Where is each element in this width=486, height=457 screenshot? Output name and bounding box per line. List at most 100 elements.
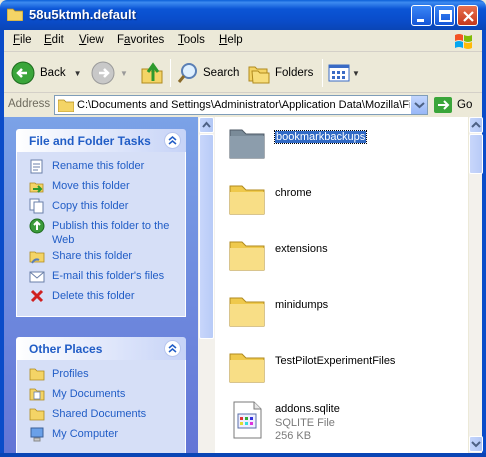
task-pane-scrollbar[interactable] — [198, 117, 215, 453]
scroll-thumb[interactable] — [469, 134, 483, 174]
address-value: C:\Documents and Settings\Administrator\… — [77, 99, 427, 111]
file-item-addons-sqlite[interactable]: addons.sqlite SQLITE File 256 KB — [221, 397, 461, 447]
folder-icon — [58, 99, 74, 112]
other-places-header[interactable]: Other Places — [16, 337, 186, 360]
menu-favorites-rest: vorites — [130, 34, 165, 46]
folder-icon — [7, 8, 23, 21]
scroll-thumb[interactable] — [199, 134, 214, 339]
go-button[interactable]: Go — [434, 97, 472, 113]
task-delete-folder[interactable]: Delete this folder — [17, 288, 185, 308]
collapse-button[interactable] — [164, 132, 181, 149]
task-label: Copy this folder — [52, 200, 129, 212]
toolbar-separator — [170, 59, 171, 87]
forward-arrow-icon — [91, 61, 115, 85]
address-input[interactable]: C:\Documents and Settings\Administrator\… — [54, 95, 428, 115]
file-folder-tasks-list: Rename this folder Move this folder Copy… — [16, 152, 186, 317]
file-item-bookmarkbackups[interactable]: bookmarkbackups — [221, 119, 461, 169]
file-list-scrollbar[interactable] — [468, 117, 483, 453]
task-share-folder[interactable]: Share this folder — [17, 248, 185, 268]
window-border-right — [482, 30, 486, 453]
back-arrow-icon — [11, 61, 35, 85]
views-icon — [328, 64, 350, 82]
other-places-panel: Other Places Profiles My Documents Share… — [16, 337, 186, 453]
close-button[interactable] — [457, 5, 478, 26]
publish-web-icon — [29, 218, 45, 234]
menu-favorites[interactable]: Favorites — [117, 34, 164, 46]
go-label: Go — [457, 99, 473, 111]
file-name: TestPilotExperimentFiles — [275, 355, 396, 367]
up-folder-button[interactable] — [140, 59, 164, 87]
views-dropdown-icon: ▼ — [352, 68, 360, 78]
menu-bar: File Edit View Favorites Tools Help — [4, 30, 482, 52]
menu-tools[interactable]: Tools — [178, 34, 205, 46]
chevron-down-icon — [414, 102, 425, 109]
menu-file[interactable]: File — [13, 34, 32, 46]
search-icon — [177, 63, 197, 83]
chevron-down-icon — [471, 441, 481, 448]
file-name: bookmarkbackups — [273, 130, 368, 144]
task-label: E-mail this folder's files — [52, 270, 165, 282]
folders-button[interactable]: Folders — [247, 59, 313, 87]
file-item-extensions[interactable]: extensions — [221, 231, 461, 281]
my-computer-icon — [30, 427, 44, 442]
title-bar[interactable]: 58u5ktmh.default — [0, 0, 486, 30]
place-shared-documents[interactable]: Shared Documents — [17, 406, 185, 426]
folder-icon — [229, 185, 265, 215]
task-email-files[interactable]: E-mail this folder's files — [17, 268, 185, 288]
place-label: My Computer — [52, 428, 119, 440]
search-label: Search — [203, 67, 240, 79]
scroll-up-button[interactable] — [469, 117, 483, 133]
menu-view[interactable]: View — [79, 34, 104, 46]
task-publish-web[interactable]: Publish this folder to the Web — [17, 218, 185, 248]
scroll-up-button[interactable] — [199, 117, 214, 133]
maximize-button[interactable] — [434, 5, 455, 26]
place-my-documents[interactable]: My Documents — [17, 386, 185, 406]
shared-documents-icon — [29, 408, 45, 421]
views-button[interactable]: ▼ — [328, 59, 360, 87]
standard-toolbar: Back ▼ ▼ Search Folders ▼ — [4, 53, 482, 93]
chevron-up-icon — [168, 344, 177, 353]
forward-dropdown-icon[interactable]: ▼ — [120, 69, 128, 78]
task-label: Move this folder — [52, 180, 130, 192]
task-label: Publish this folder to the Web — [52, 220, 170, 246]
my-documents-icon — [29, 388, 45, 401]
file-name: minidumps — [275, 299, 329, 311]
minimize-button[interactable] — [411, 5, 432, 26]
toolbar-separator — [322, 59, 323, 87]
go-arrow-icon — [434, 97, 452, 113]
window-border-bottom — [0, 453, 486, 457]
task-move-folder[interactable]: Move this folder — [17, 178, 185, 198]
file-item-chrome[interactable]: chrome — [221, 175, 461, 225]
task-label: Rename this folder — [52, 160, 145, 172]
up-folder-icon — [141, 62, 163, 84]
file-folder-tasks-title: File and Folder Tasks — [29, 134, 151, 148]
other-places-list: Profiles My Documents Shared Documents M… — [16, 360, 186, 453]
task-label: Share this folder — [52, 250, 133, 262]
task-copy-folder[interactable]: Copy this folder — [17, 198, 185, 218]
address-bar: Address C:\Documents and Settings\Admini… — [4, 94, 482, 116]
back-dropdown-icon[interactable]: ▼ — [74, 69, 82, 78]
file-type: SQLITE File — [275, 417, 335, 429]
place-my-computer[interactable]: My Computer — [17, 426, 185, 446]
address-dropdown-button[interactable] — [410, 96, 427, 114]
file-folder-tasks-header[interactable]: File and Folder Tasks — [16, 129, 186, 152]
task-rename-folder[interactable]: Rename this folder — [17, 158, 185, 178]
collapse-button[interactable] — [164, 340, 181, 357]
file-folder-tasks-panel: File and Folder Tasks Rename this folder… — [16, 129, 186, 317]
place-label: Shared Documents — [52, 408, 147, 420]
menu-edit-rest: dit — [51, 34, 64, 46]
file-item-testpilotexperimentfiles[interactable]: TestPilotExperimentFiles — [221, 343, 461, 393]
delete-icon — [30, 289, 44, 303]
chevron-up-icon — [202, 121, 211, 128]
place-profiles[interactable]: Profiles — [17, 366, 185, 386]
scroll-down-button[interactable] — [469, 436, 483, 452]
search-button[interactable]: Search — [176, 59, 239, 87]
menu-edit[interactable]: Edit — [44, 34, 64, 46]
menu-help[interactable]: Help — [219, 34, 243, 46]
file-item-minidumps[interactable]: minidumps — [221, 287, 461, 337]
forward-button[interactable]: ▼ — [90, 59, 128, 87]
menu-view-rest: iew — [86, 34, 104, 46]
main-area: File and Folder Tasks Rename this folder… — [4, 117, 483, 453]
folders-icon — [248, 66, 270, 84]
back-button[interactable]: Back ▼ — [10, 59, 82, 87]
